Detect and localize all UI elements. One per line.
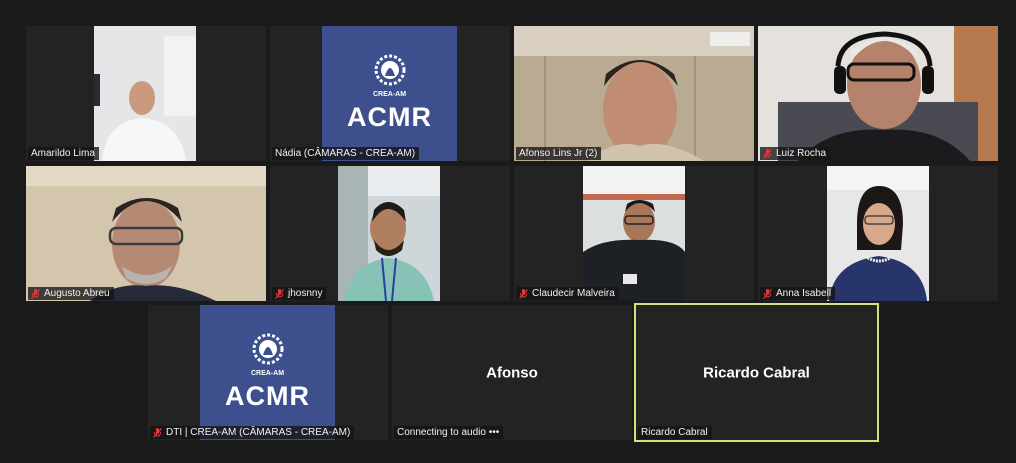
participant-name: Afonso Lins Jr (2) bbox=[519, 148, 598, 159]
participant-name: jhosnny bbox=[288, 288, 323, 299]
participant-tile-anna[interactable]: Anna Isabell bbox=[758, 166, 998, 301]
acmr-logo: CREA-AM ACMR bbox=[322, 26, 457, 161]
participant-name: Ricardo Cabral bbox=[641, 427, 708, 438]
participant-name: Nádia (CÂMARAS - CREA-AM) bbox=[275, 148, 416, 159]
participant-nameplate: Luiz Rocha bbox=[760, 147, 831, 160]
connecting-audio-text: Connecting to audio ••• bbox=[397, 427, 500, 438]
participant-nameplate: jhosnny bbox=[272, 287, 327, 300]
participant-tile-claudecir[interactable]: Claudecir Malveira bbox=[514, 166, 754, 301]
participant-video bbox=[338, 166, 440, 301]
muted-mic-icon bbox=[519, 288, 528, 299]
participant-nameplate: Ricardo Cabral bbox=[638, 426, 712, 439]
participant-name: Anna Isabell bbox=[776, 288, 832, 299]
participant-video bbox=[26, 166, 266, 301]
participant-tile-jhosnny[interactable]: jhosnny bbox=[270, 166, 510, 301]
participant-tile-augusto[interactable]: Augusto Abreu bbox=[26, 166, 266, 301]
participant-name: DTI | CREA-AM (CÂMARAS - CREA-AM) bbox=[166, 427, 351, 438]
participant-tile-afonso[interactable]: Afonso Connecting to audio ••• bbox=[392, 305, 632, 440]
participant-nameplate: Afonso Lins Jr (2) bbox=[516, 147, 602, 160]
participant-nameplate: Anna Isabell bbox=[760, 287, 836, 300]
participant-video bbox=[583, 166, 685, 301]
participant-name: Amarildo Lima bbox=[31, 148, 95, 159]
muted-mic-icon bbox=[275, 288, 284, 299]
participant-display-name: Afonso bbox=[486, 364, 538, 381]
participant-tile-nadia[interactable]: CREA-AM ACMR Nádia (CÂMARAS - CREA-AM) bbox=[270, 26, 510, 161]
acmr-logo: CREA-AM ACMR bbox=[200, 305, 335, 440]
participant-video bbox=[827, 166, 929, 301]
muted-mic-icon bbox=[153, 427, 162, 438]
participant-nameplate: Amarildo Lima bbox=[28, 147, 99, 160]
participant-nameplate: Augusto Abreu bbox=[28, 287, 114, 300]
crea-seal-icon bbox=[374, 54, 405, 86]
muted-mic-icon bbox=[31, 288, 40, 299]
crea-seal-icon bbox=[252, 333, 283, 365]
audio-status: Connecting to audio ••• bbox=[394, 426, 504, 439]
muted-mic-icon bbox=[763, 288, 772, 299]
participant-tile-dti[interactable]: CREA-AM ACMR DTI | CREA-AM (CÂMARAS - CR… bbox=[148, 305, 388, 440]
muted-mic-icon bbox=[763, 148, 772, 159]
participant-nameplate: DTI | CREA-AM (CÂMARAS - CREA-AM) bbox=[150, 426, 355, 439]
participant-tile-amarildo[interactable]: Amarildo Lima bbox=[26, 26, 266, 161]
participant-video bbox=[758, 26, 998, 161]
participant-video bbox=[514, 26, 754, 161]
participant-display-name: Ricardo Cabral bbox=[703, 364, 810, 381]
logo-text: ACMR bbox=[225, 381, 310, 411]
participant-video bbox=[94, 26, 196, 161]
participant-tile-ricardo-active[interactable]: Ricardo Cabral Ricardo Cabral bbox=[634, 303, 879, 442]
participant-name: Luiz Rocha bbox=[776, 148, 827, 159]
logo-badge: CREA-AM bbox=[250, 370, 285, 377]
participant-tile-afonso-lins[interactable]: Afonso Lins Jr (2) bbox=[514, 26, 754, 161]
logo-badge: CREA-AM bbox=[372, 91, 407, 98]
logo-text: ACMR bbox=[347, 102, 432, 132]
participant-nameplate: Claudecir Malveira bbox=[516, 287, 619, 300]
participant-name: Augusto Abreu bbox=[44, 288, 110, 299]
participant-tile-luiz-rocha[interactable]: Luiz Rocha bbox=[758, 26, 998, 161]
participant-nameplate: Nádia (CÂMARAS - CREA-AM) bbox=[272, 147, 420, 160]
participant-name: Claudecir Malveira bbox=[532, 288, 615, 299]
